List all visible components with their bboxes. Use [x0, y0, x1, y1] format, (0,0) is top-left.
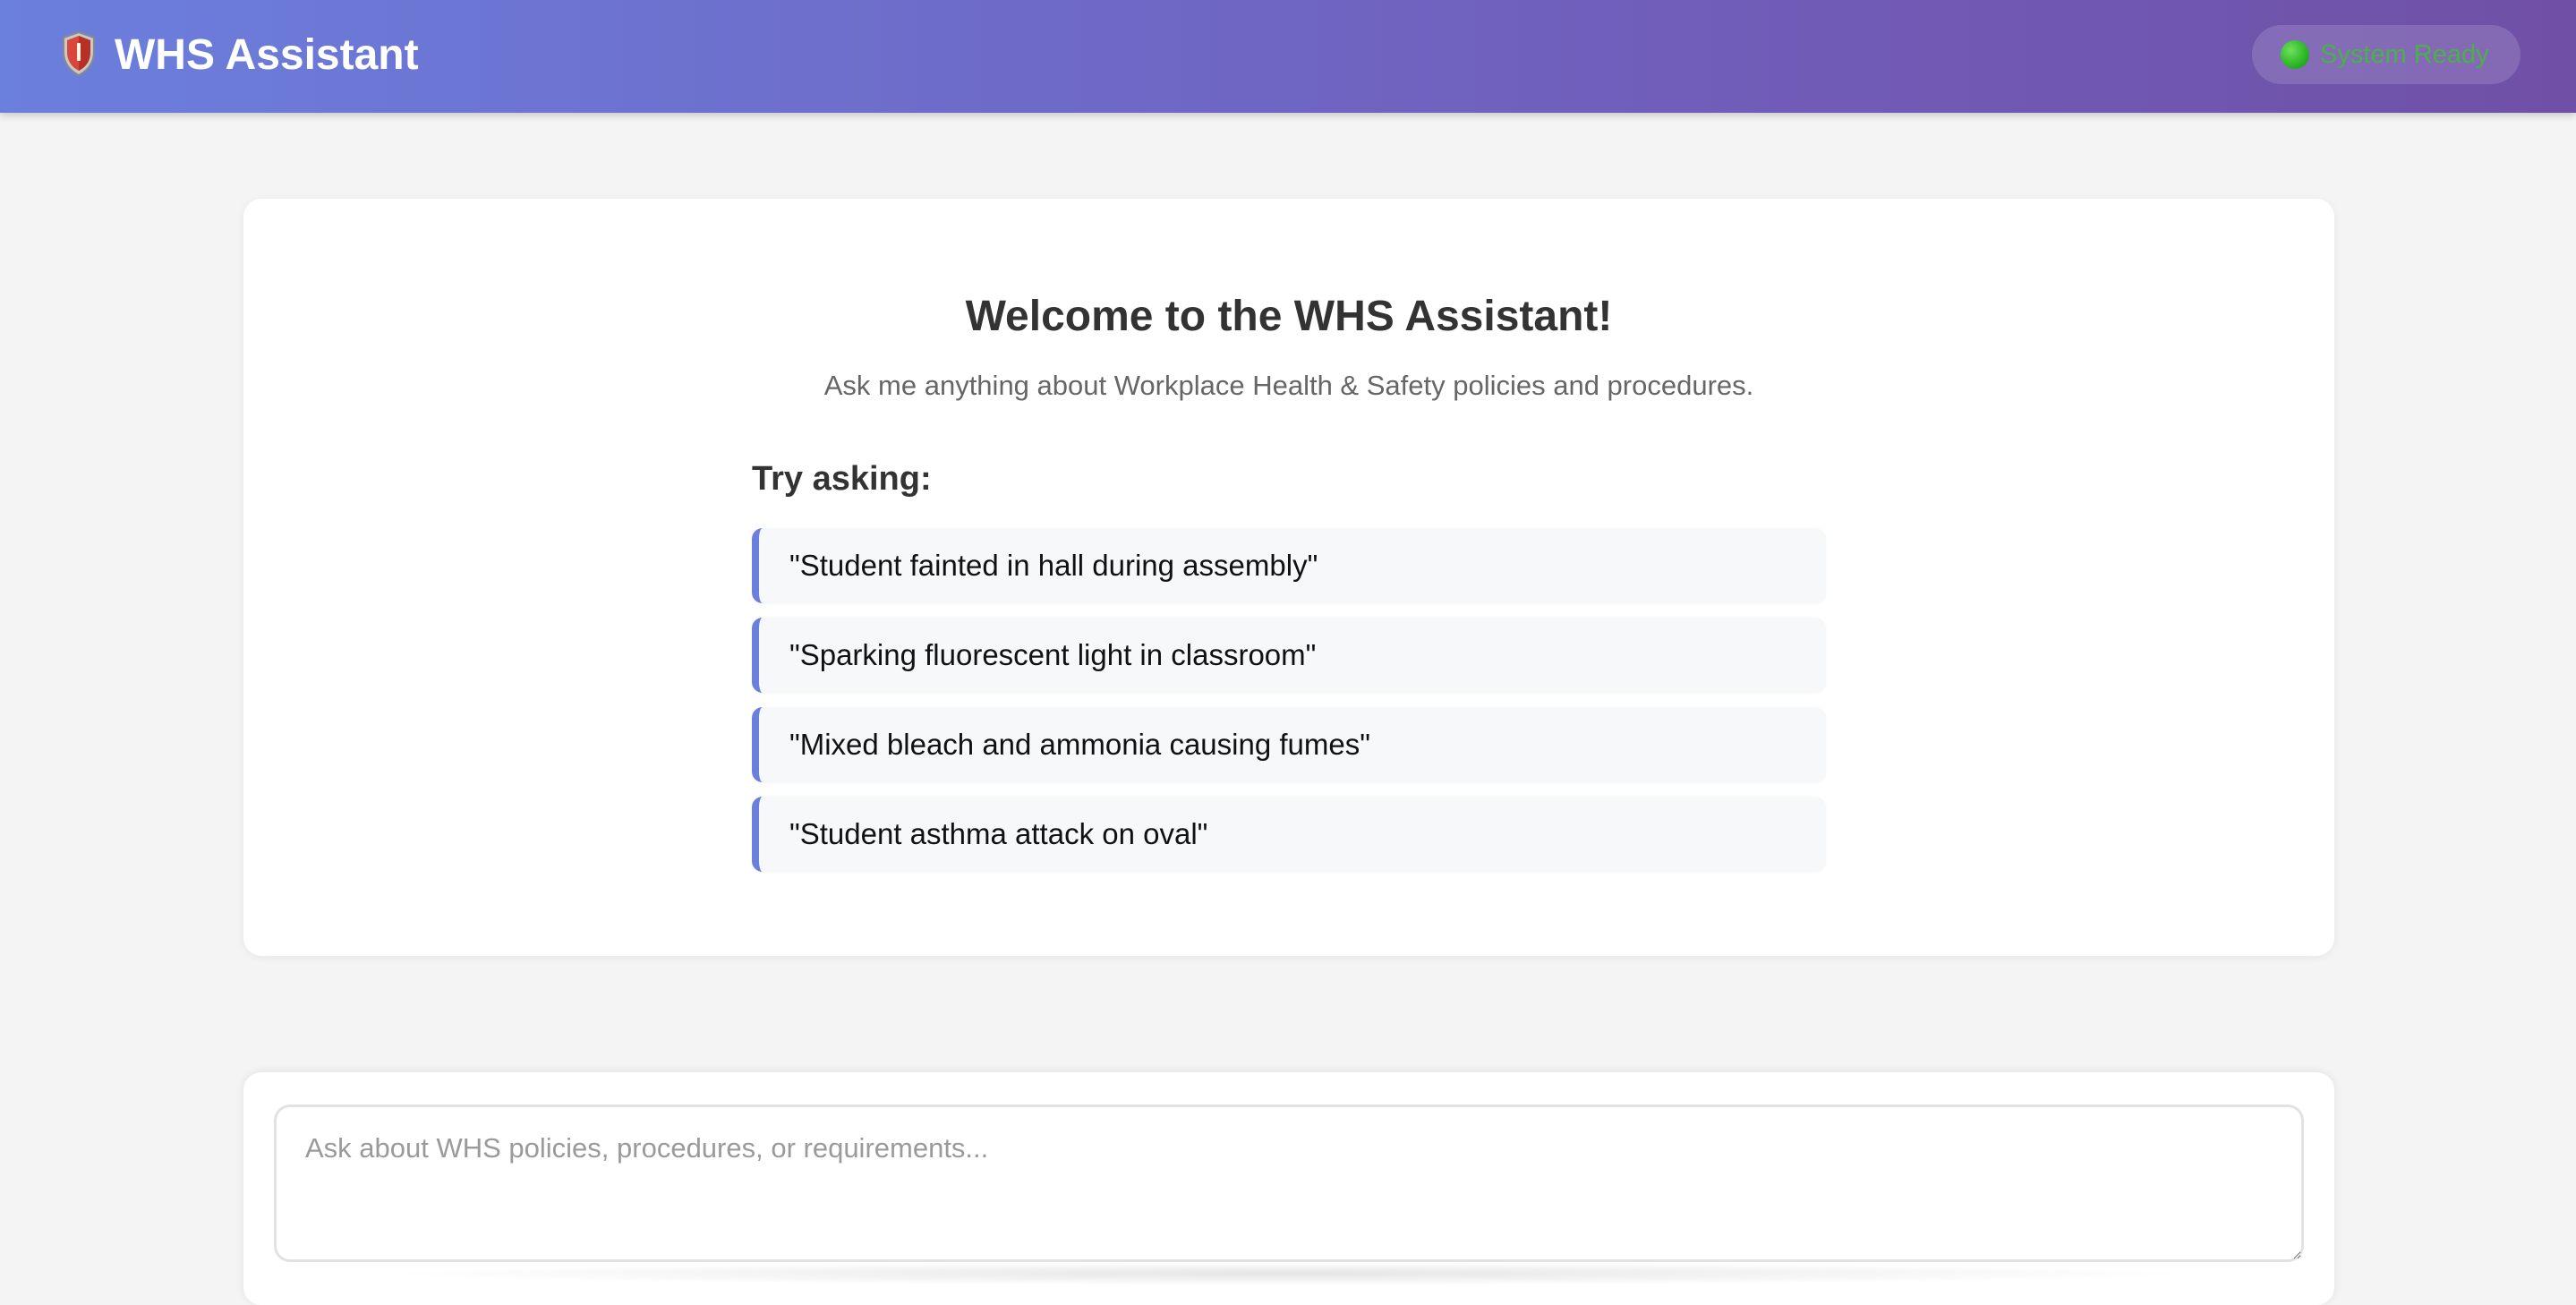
app-header: WHS Assistant System Ready: [0, 0, 2576, 113]
system-status-badge: System Ready: [2252, 25, 2521, 84]
suggestion-item[interactable]: "Student asthma attack on oval": [752, 797, 1826, 872]
suggestion-item[interactable]: "Mixed bleach and ammonia causing fumes": [752, 707, 1826, 782]
suggestion-item[interactable]: "Sparking fluorescent light in classroom…: [752, 618, 1826, 693]
suggestion-item[interactable]: "Student fainted in hall during assembly…: [752, 528, 1826, 603]
question-input[interactable]: [274, 1105, 2304, 1262]
chat-input-panel: [243, 1072, 2334, 1305]
status-label: System Ready: [2320, 39, 2489, 69]
welcome-subtitle: Ask me anything about Workplace Health &…: [823, 370, 1754, 401]
welcome-card: Welcome to the WHS Assistant! Ask me any…: [243, 199, 2334, 956]
app-title: WHS Assistant: [115, 31, 419, 79]
try-asking-heading: Try asking:: [752, 460, 932, 498]
green-circle-icon: [2281, 40, 2309, 69]
welcome-title: Welcome to the WHS Assistant!: [965, 293, 1613, 340]
shield-icon: [61, 30, 97, 77]
